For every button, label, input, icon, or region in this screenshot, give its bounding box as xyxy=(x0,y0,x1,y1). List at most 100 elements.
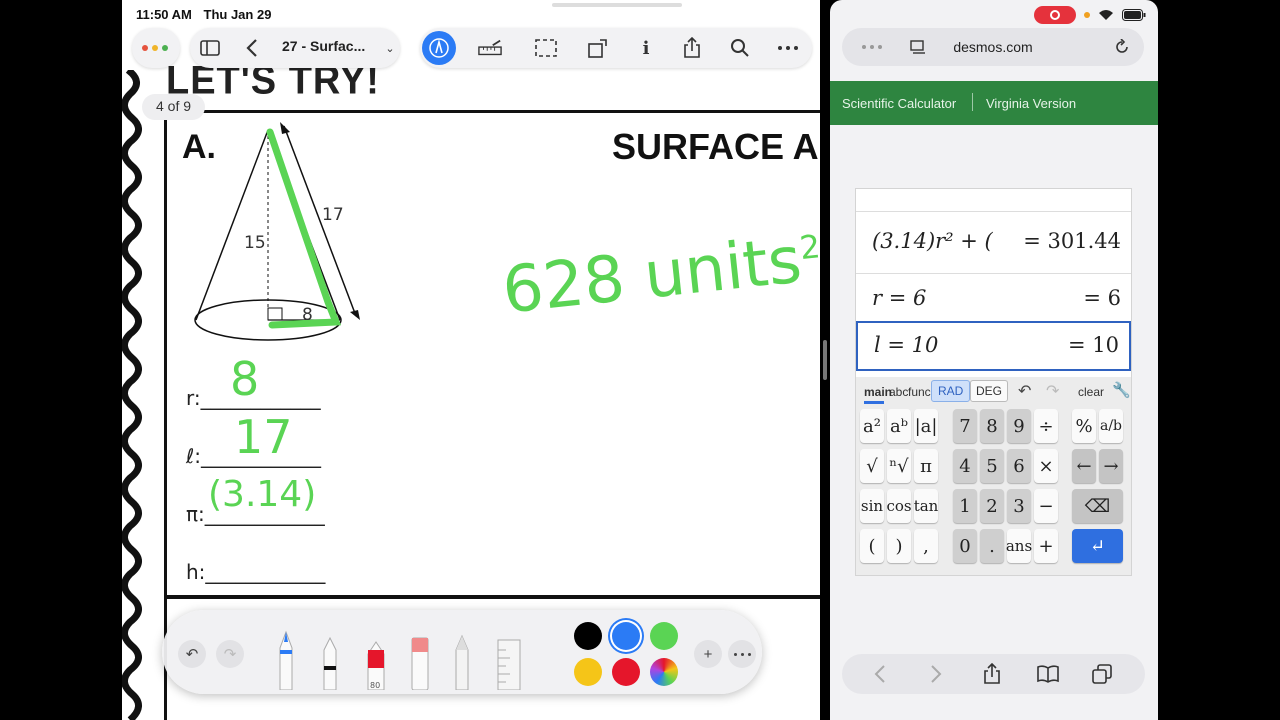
tabs-icon[interactable] xyxy=(1090,662,1114,686)
pen-tool-icon[interactable] xyxy=(422,31,456,65)
ruler-icon[interactable] xyxy=(497,639,521,690)
color-red-swatch[interactable] xyxy=(612,658,640,686)
key-ans[interactable]: ans xyxy=(1006,529,1032,563)
color-green-swatch[interactable] xyxy=(650,622,678,650)
key-a-power-b[interactable]: aᵇ xyxy=(887,409,911,443)
key-abs[interactable]: |a| xyxy=(914,409,938,443)
expression-row-2[interactable]: r = 6 = 6 xyxy=(856,273,1131,321)
share-icon[interactable] xyxy=(680,36,704,60)
split-view-divider[interactable] xyxy=(823,340,827,380)
info-icon[interactable]: i xyxy=(634,36,658,60)
expression-1-input[interactable]: (3.14)r² + ( xyxy=(872,229,993,253)
key-a-squared[interactable]: a² xyxy=(860,409,884,443)
lasso-select-icon[interactable] xyxy=(534,36,558,60)
goodnotes-toolbar: 27 - Surfac... ⌄ i xyxy=(132,28,812,68)
add-tool-icon[interactable]: + xyxy=(694,640,722,668)
color-yellow-swatch[interactable] xyxy=(574,658,602,686)
address-bar[interactable]: desmos.com xyxy=(842,28,1144,66)
redo-icon[interactable]: ↷ xyxy=(216,640,244,668)
fountain-pen-icon[interactable] xyxy=(279,630,293,690)
nav-link-scientific[interactable]: Scientific Calculator xyxy=(842,96,956,111)
color-blue-swatch[interactable] xyxy=(612,622,640,650)
key-9[interactable]: 9 xyxy=(1007,409,1031,443)
key-plus[interactable]: + xyxy=(1034,529,1058,563)
nav-link-virginia[interactable]: Virginia Version xyxy=(986,96,1076,111)
key-decimal[interactable]: . xyxy=(980,529,1004,563)
key-left-arrow[interactable]: ← xyxy=(1072,449,1096,483)
back-icon[interactable] xyxy=(240,36,264,60)
expression-row-1[interactable]: (3.14)r² + ( = 301.44 xyxy=(856,211,1131,273)
key-0[interactable]: 0 xyxy=(953,529,977,563)
key-close-paren[interactable]: ) xyxy=(887,529,911,563)
rad-mode-button[interactable]: RAD xyxy=(931,380,971,402)
key-comma[interactable]: , xyxy=(914,529,938,563)
palette-more-icon[interactable] xyxy=(728,640,756,668)
wrench-icon[interactable]: 🔧 xyxy=(1112,381,1131,399)
expression-3-result: = 10 xyxy=(1068,333,1119,357)
color-picker-swatch[interactable] xyxy=(650,658,678,686)
pencil-icon[interactable] xyxy=(455,634,469,690)
key-2[interactable]: 2 xyxy=(980,489,1004,523)
cone-diagram: 17 15 8 xyxy=(194,122,360,341)
key-open-paren[interactable]: ( xyxy=(860,529,884,563)
key-3[interactable]: 3 xyxy=(1007,489,1031,523)
key-enter[interactable]: ↵ xyxy=(1072,529,1123,563)
more-icon[interactable] xyxy=(776,36,800,60)
key-6[interactable]: 6 xyxy=(1007,449,1031,483)
key-sin[interactable]: sin xyxy=(860,489,884,523)
forward-icon[interactable] xyxy=(924,662,948,686)
key-7[interactable]: 7 xyxy=(953,409,977,443)
tab-func[interactable]: func xyxy=(908,385,931,399)
key-percent[interactable]: % xyxy=(1072,409,1096,443)
expression-row-3[interactable]: l = 10 = 10 xyxy=(856,321,1131,371)
reload-icon[interactable] xyxy=(1114,39,1130,55)
key-fraction[interactable]: a/b xyxy=(1099,409,1123,443)
key-4[interactable]: 4 xyxy=(953,449,977,483)
handwritten-l: 17 xyxy=(234,410,293,464)
highlighter-icon[interactable] xyxy=(411,637,429,690)
deg-mode-button[interactable]: DEG xyxy=(970,380,1009,402)
key-minus[interactable]: − xyxy=(1034,489,1058,523)
key-pi[interactable]: π xyxy=(914,449,938,483)
key-multiply[interactable]: × xyxy=(1034,449,1058,483)
title-menu-chevron-icon[interactable]: ⌄ xyxy=(378,36,402,60)
back-icon[interactable] xyxy=(868,662,892,686)
url-text[interactable]: desmos.com xyxy=(842,39,1144,55)
shape-tool-icon[interactable] xyxy=(586,36,610,60)
tab-abc[interactable]: abc xyxy=(889,385,908,399)
expression-3-input[interactable]: l = 10 xyxy=(874,333,938,357)
share-icon[interactable] xyxy=(980,662,1004,686)
desmos-calculator: (3.14)r² + ( = 301.44 r = 6 = 6 l = 10 =… xyxy=(855,188,1132,576)
undo-icon[interactable]: ↶ xyxy=(1018,381,1031,401)
undo-icon[interactable]: ↶ xyxy=(178,640,206,668)
keypad-tabs: main abc func RAD DEG ↶ ↷ clear 🔧 xyxy=(856,377,1131,405)
clear-button[interactable]: clear xyxy=(1078,385,1104,399)
expression-2-input[interactable]: r = 6 xyxy=(872,286,926,310)
ruler-pen-icon[interactable] xyxy=(478,36,502,60)
key-1[interactable]: 1 xyxy=(953,489,977,523)
cone-radius-label: 8 xyxy=(302,305,313,325)
desmos-nav-bar: Scientific Calculator Virginia Version xyxy=(830,81,1158,125)
window-controls[interactable] xyxy=(132,28,180,68)
sidebar-icon[interactable] xyxy=(198,36,222,60)
key-8[interactable]: 8 xyxy=(980,409,1004,443)
key-cos[interactable]: cos xyxy=(886,489,912,523)
redo-icon[interactable]: ↷ xyxy=(1046,381,1059,401)
document-title[interactable]: 27 - Surfac... xyxy=(282,38,365,54)
tab-main[interactable]: main xyxy=(864,385,892,399)
key-backspace[interactable]: ⌫ xyxy=(1072,489,1123,523)
key-tan[interactable]: tan xyxy=(914,489,938,523)
color-black-swatch[interactable] xyxy=(574,622,602,650)
blank-h: h:____________ xyxy=(186,560,326,584)
key-sqrt[interactable]: √ xyxy=(860,449,884,483)
multitask-grabber[interactable] xyxy=(552,3,682,7)
search-icon[interactable] xyxy=(728,36,752,60)
key-right-arrow[interactable]: → xyxy=(1099,449,1123,483)
battery-icon xyxy=(1122,9,1146,21)
tool-palette: ↶ ↷ 80 + xyxy=(162,610,762,694)
key-nth-root[interactable]: ⁿ√ xyxy=(887,449,911,483)
bookmarks-icon[interactable] xyxy=(1036,662,1060,686)
fineliner-icon[interactable] xyxy=(323,636,337,690)
key-divide[interactable]: ÷ xyxy=(1034,409,1058,443)
key-5[interactable]: 5 xyxy=(980,449,1004,483)
